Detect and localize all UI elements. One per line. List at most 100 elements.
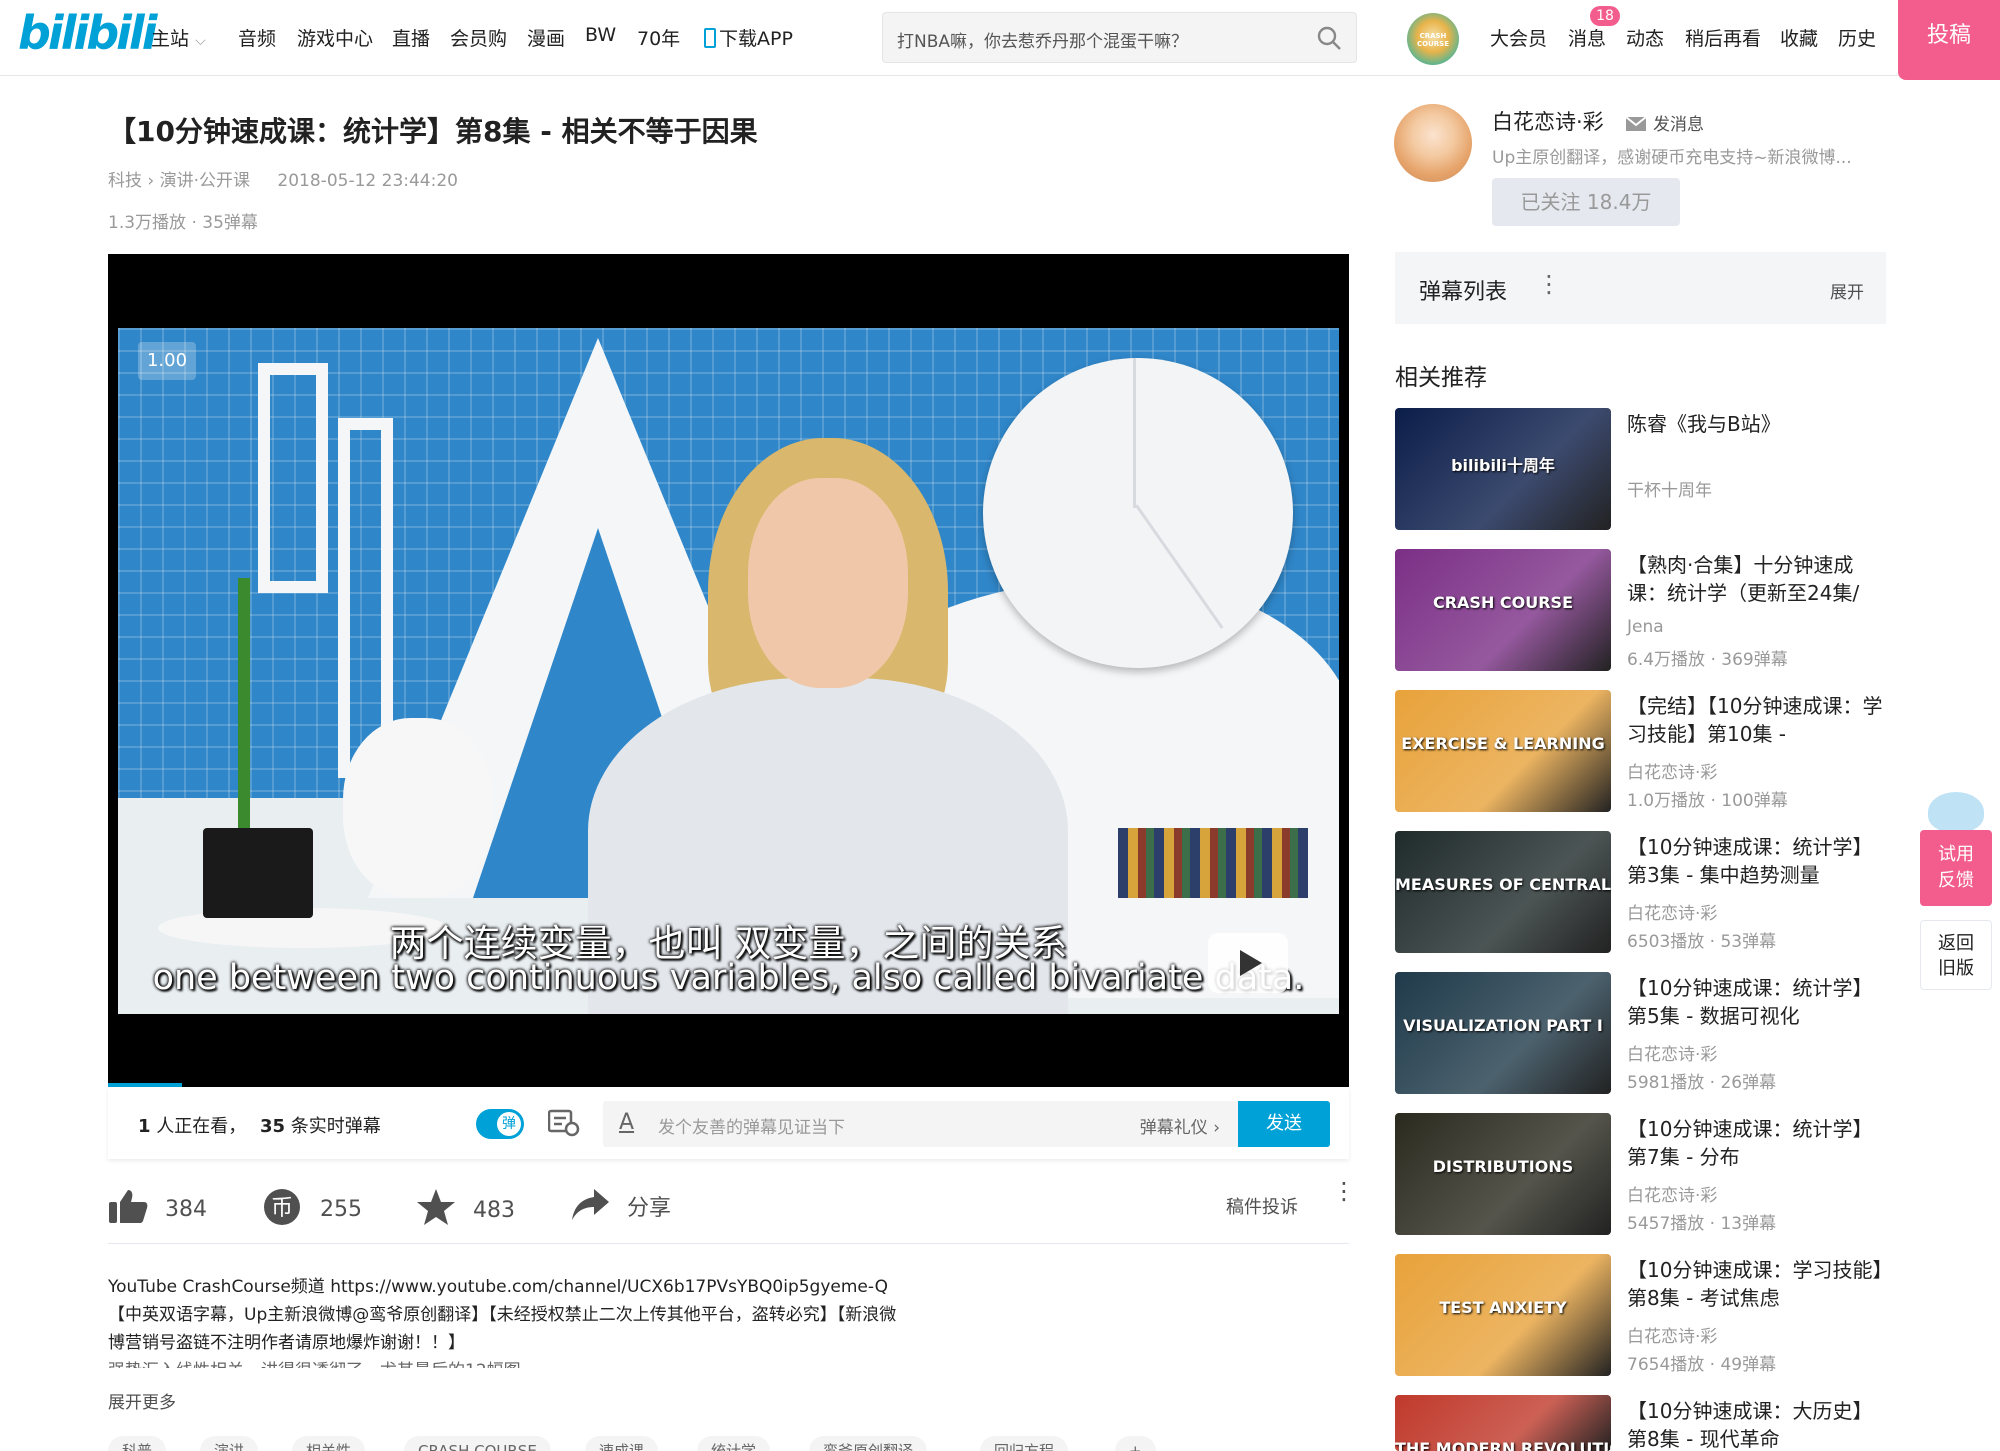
send-message-link[interactable]: 发消息: [1625, 110, 1704, 135]
recommend-author[interactable]: 干杯十周年: [1627, 476, 1712, 501]
nav-dynamics[interactable]: 动态: [1626, 24, 1664, 51]
nav-history[interactable]: 历史: [1838, 24, 1876, 51]
recommend-thumbnail[interactable]: THE MODERN REVOLUTION: [1395, 1395, 1611, 1451]
danmaku-list-expand[interactable]: 展开: [1830, 278, 1864, 303]
description-line: YouTube CrashCourse频道 https://www.youtub…: [108, 1277, 889, 1297]
follow-button[interactable]: 已关注 18.4万: [1492, 178, 1680, 226]
more-options-icon[interactable]: ⋮: [1332, 1179, 1356, 1203]
plush-toy: [343, 718, 493, 898]
send-danmaku-button[interactable]: 发送: [1238, 1101, 1330, 1147]
recommend-video-title[interactable]: 陈睿《我与B站》: [1627, 410, 1887, 438]
danmaku-input[interactable]: A 发个友善的弹幕见证当下 弹幕礼仪 ›: [603, 1101, 1238, 1147]
search-icon[interactable]: [1316, 25, 1342, 51]
recommend-thumbnail[interactable]: VISUALIZATION PART I: [1395, 972, 1611, 1094]
tag[interactable]: 鸾爷原创翻译: [809, 1436, 928, 1451]
recommend-author[interactable]: 白花恋诗·彩: [1627, 1322, 1717, 1347]
recommend-stats: 6.4万播放 · 369弹幕: [1627, 650, 1788, 670]
feedback-button[interactable]: 试用反馈: [1920, 830, 1992, 906]
recommend-stats: 6503播放 · 53弹幕: [1627, 932, 1777, 952]
favorite-button[interactable]: 483: [416, 1188, 515, 1226]
nav-member-shop[interactable]: 会员购: [450, 24, 507, 51]
tag[interactable]: CRASH COURSE: [404, 1436, 551, 1451]
nav-main-site[interactable]: 主站 ⌵: [151, 24, 206, 51]
breadcrumb-subcategory[interactable]: 演讲·公开课: [160, 171, 250, 191]
uploader-bio: Up主原创翻译，感谢硬币充电支持~新浪微博...: [1492, 148, 1852, 168]
add-tag-button[interactable]: +: [1115, 1436, 1156, 1451]
danmaku-list-panel[interactable]: 弹幕列表 ⋮ 展开: [1395, 252, 1886, 324]
nav-game-center[interactable]: 游戏中心: [297, 24, 373, 51]
like-button[interactable]: 384: [108, 1188, 207, 1224]
play-icon[interactable]: [1208, 933, 1288, 993]
tag[interactable]: 科普: [108, 1436, 167, 1451]
nav-manga[interactable]: 漫画: [527, 24, 565, 51]
tag[interactable]: 回归方程: [980, 1436, 1069, 1451]
mascot-icon[interactable]: [1928, 792, 1984, 832]
chevron-down-icon: ⌵: [195, 33, 206, 49]
tag[interactable]: 统计学: [697, 1436, 771, 1451]
share-button[interactable]: 分享: [570, 1188, 671, 1222]
recommend-video-title[interactable]: 【10分钟速成课：大历史】第8集 - 现代革命: [1627, 1397, 1887, 1451]
pie-chart-decoration: [983, 358, 1293, 668]
recommend-video-title[interactable]: 【熟肉·合集】十分钟速成课：统计学（更新至24集/: [1627, 551, 1887, 607]
danmaku-etiquette-link[interactable]: 弹幕礼仪 ›: [1140, 1113, 1220, 1138]
nav-vip[interactable]: 大会员: [1490, 24, 1547, 51]
svg-text:币: 币: [271, 1196, 293, 1221]
danmaku-toggle[interactable]: 弹: [476, 1109, 524, 1139]
recommend-thumbnail[interactable]: TEST ANXIETY: [1395, 1254, 1611, 1376]
font-style-icon[interactable]: A: [619, 1110, 634, 1135]
nav-bw[interactable]: BW: [585, 24, 616, 46]
recommend-thumbnail[interactable]: bilibili十周年: [1395, 408, 1611, 530]
mail-icon: [1625, 116, 1647, 131]
danmaku-settings-icon[interactable]: [548, 1109, 580, 1137]
message-badge: 18: [1590, 6, 1620, 26]
nav-live[interactable]: 直播: [392, 24, 430, 51]
tag[interactable]: 演讲: [200, 1436, 259, 1451]
search-input[interactable]: 打NBA嘛，你去惹乔丹那个混蛋干嘛？: [897, 27, 1188, 52]
thumbnail-caption: THE MODERN REVOLUTION: [1395, 1439, 1611, 1451]
recommend-stats: 5457播放 · 13弹幕: [1627, 1214, 1777, 1234]
video-frame[interactable]: 1.00 两个连续变量，也叫 双变量，之间的关系 one between two…: [118, 328, 1339, 1014]
recommend-thumbnail[interactable]: MEASURES OF CENTRAL TENDENCY: [1395, 831, 1611, 953]
user-avatar[interactable]: CRASH COURSE: [1407, 13, 1459, 65]
recommend-video-title[interactable]: 【完结】【10分钟速成课：学习技能】第10集 -: [1627, 692, 1887, 748]
video-title: 【10分钟速成课：统计学】第8集 - 相关不等于因果: [108, 115, 758, 148]
video-stats: 1.3万播放 · 35弹幕: [108, 213, 258, 233]
nav-audio[interactable]: 音频: [238, 24, 276, 51]
recommend-author[interactable]: 白花恋诗·彩: [1627, 1040, 1717, 1065]
nav-download-app[interactable]: 下载APP: [704, 24, 793, 51]
breadcrumb-category[interactable]: 科技: [108, 171, 142, 191]
report-button[interactable]: 稿件投诉: [1226, 1193, 1298, 1219]
recommend-thumbnail[interactable]: DISTRIBUTIONS: [1395, 1113, 1611, 1235]
recommend-video-title[interactable]: 【10分钟速成课：学习技能】第8集 - 考试焦虑: [1627, 1256, 1887, 1312]
tag[interactable]: 速成课: [585, 1436, 659, 1451]
coin-icon: 币: [264, 1189, 300, 1225]
video-player[interactable]: 1.00 两个连续变量，也叫 双变量，之间的关系 one between two…: [108, 254, 1349, 1087]
old-version-button[interactable]: 返回旧版: [1920, 920, 1992, 990]
upload-button[interactable]: 投稿: [1898, 0, 2000, 80]
search-box[interactable]: 打NBA嘛，你去惹乔丹那个混蛋干嘛？: [882, 12, 1357, 63]
recommend-author[interactable]: 白花恋诗·彩: [1627, 1181, 1717, 1206]
bilibili-logo[interactable]: bilibili: [18, 6, 157, 60]
recommend-video-title[interactable]: 【10分钟速成课：统计学】第3集 - 集中趋势测量: [1627, 833, 1887, 889]
nav-messages[interactable]: 消息: [1568, 24, 1606, 51]
recommend-author[interactable]: Jena: [1627, 617, 1664, 637]
recommend-author[interactable]: 白花恋诗·彩: [1627, 899, 1717, 924]
subtitle-english: one between two continuous variables, al…: [152, 958, 1305, 998]
uploader-avatar[interactable]: [1394, 104, 1472, 182]
recommend-thumbnail[interactable]: EXERCISE & LEARNING: [1395, 690, 1611, 812]
tag[interactable]: 相关性: [292, 1436, 366, 1451]
expand-description-link[interactable]: 展开更多: [108, 1388, 176, 1413]
recommend-video-title[interactable]: 【10分钟速成课：统计学】第7集 - 分布: [1627, 1115, 1887, 1171]
recommend-author[interactable]: 白花恋诗·彩: [1627, 758, 1717, 783]
recommend-video-title[interactable]: 【10分钟速成课：统计学】第5集 - 数据可视化: [1627, 974, 1887, 1030]
nav-favorites[interactable]: 收藏: [1780, 24, 1818, 51]
coin-button[interactable]: 币 255: [263, 1188, 362, 1226]
recommend-thumbnail[interactable]: CRASH COURSE: [1395, 549, 1611, 671]
nav-70years[interactable]: 70年: [637, 24, 680, 51]
playback-speed[interactable]: 1.00: [138, 342, 196, 380]
danmaku-bar: 1 人正在看， 35 条实时弹幕 弹 A 发个友善的弹幕见证当下 弹幕礼仪 › …: [108, 1087, 1349, 1159]
nav-watch-later[interactable]: 稍后再看: [1685, 24, 1761, 51]
uploader-name[interactable]: 白花恋诗·彩: [1492, 106, 1604, 136]
more-options-icon[interactable]: ⋮: [1537, 270, 1561, 298]
thumbnail-caption: TEST ANXIETY: [1439, 1298, 1567, 1317]
